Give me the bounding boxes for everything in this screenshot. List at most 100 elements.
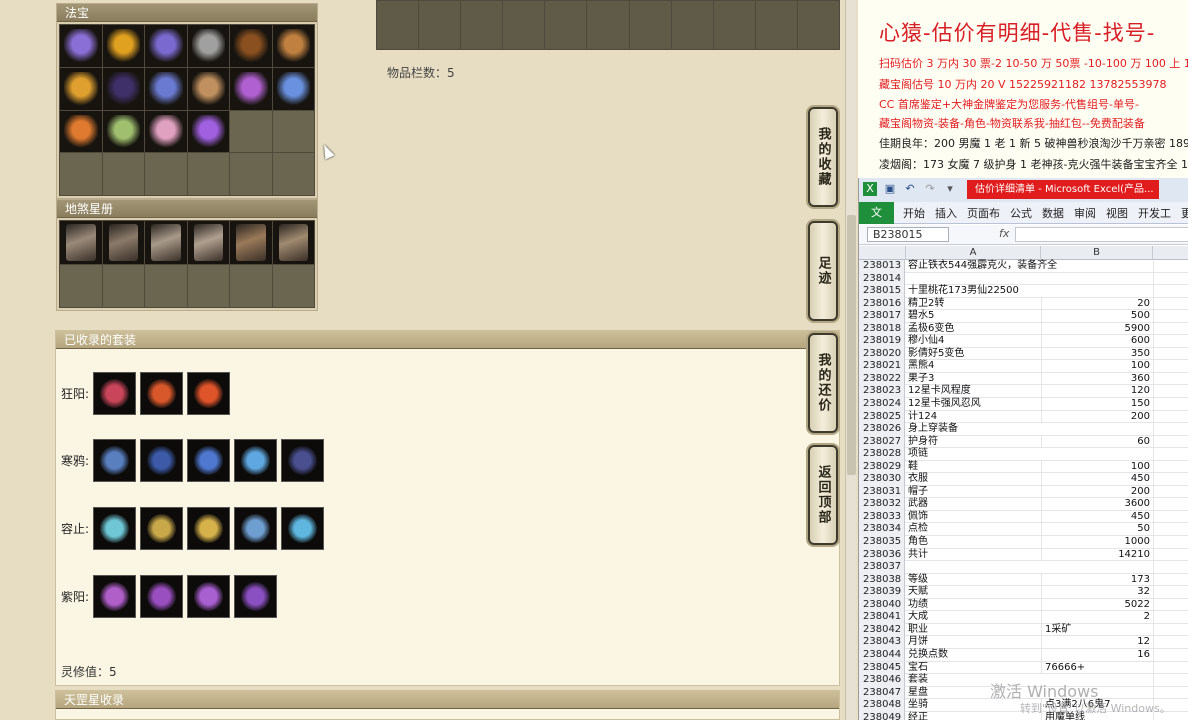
fabao-empty-slot[interactable] (102, 153, 144, 195)
cell-c[interactable] (1153, 335, 1188, 348)
cell-a[interactable]: 影倩好5变色 (906, 348, 1040, 361)
cell-c[interactable] (1153, 410, 1188, 423)
cell-b[interactable]: 100 (1041, 360, 1153, 373)
fabao-slot[interactable] (272, 25, 314, 67)
fabao-slot[interactable] (60, 110, 102, 153)
cell-b[interactable]: 100 (1041, 460, 1153, 474)
disha-empty-slot[interactable] (60, 264, 102, 307)
row-number[interactable]: 238039 (859, 586, 905, 599)
row-number[interactable]: 238034 (859, 523, 905, 536)
fx-icon[interactable]: fx (999, 227, 1009, 240)
row-number[interactable]: 238031 (859, 485, 905, 499)
row-number[interactable]: 238048 (859, 699, 905, 712)
row-number[interactable]: 238016 (859, 297, 905, 311)
cell-c[interactable] (1153, 510, 1188, 523)
cell-c[interactable] (1153, 285, 1188, 298)
suit-item[interactable] (281, 438, 324, 482)
column-header-c[interactable] (1153, 246, 1188, 260)
save-icon[interactable]: ▣ (883, 182, 897, 196)
suit-item[interactable] (93, 574, 136, 618)
cell-b[interactable]: 3600 (1041, 498, 1153, 511)
cell-c[interactable] (1153, 623, 1188, 636)
suit-item[interactable] (234, 506, 277, 550)
fabao-slot[interactable] (60, 67, 102, 110)
row-number[interactable]: 238013 (859, 260, 905, 273)
row-number[interactable]: 238024 (859, 398, 905, 411)
cell-a[interactable]: 大成 (906, 611, 1040, 624)
row-number[interactable]: 238036 (859, 548, 905, 562)
row-number[interactable]: 238047 (859, 686, 905, 700)
cell-b[interactable]: 32 (1041, 586, 1153, 599)
row-number[interactable]: 238025 (859, 410, 905, 424)
cell-b[interactable]: 450 (1041, 473, 1153, 486)
row-number[interactable]: 238026 (859, 423, 905, 436)
row-number[interactable]: 238035 (859, 536, 905, 549)
cell-b[interactable]: 200 (1041, 485, 1153, 499)
cell-b[interactable]: 120 (1041, 385, 1153, 398)
tab-insert[interactable]: 插入 (930, 205, 962, 221)
cell-a[interactable]: 黑熊4 (906, 360, 1040, 373)
inventory-slot[interactable] (419, 1, 461, 49)
suit-item[interactable] (187, 371, 230, 415)
cell-c[interactable] (1153, 586, 1188, 599)
cell-a[interactable]: 鞋 (906, 461, 1040, 474)
cell-b[interactable]: 173 (1041, 573, 1153, 587)
row-number[interactable]: 238049 (859, 711, 905, 720)
cell-b[interactable]: 450 (1041, 510, 1153, 524)
tab-home[interactable]: 开始 (898, 205, 930, 221)
cell-c[interactable] (1153, 435, 1188, 448)
cell-c[interactable] (1153, 611, 1188, 624)
row-number[interactable]: 238023 (859, 385, 905, 398)
disha-slot[interactable] (102, 221, 144, 264)
inventory-slot[interactable] (629, 1, 671, 49)
row-number[interactable]: 238019 (859, 335, 905, 348)
suit-item[interactable] (93, 438, 136, 482)
cell-b[interactable]: 200 (1041, 410, 1153, 424)
row-number[interactable]: 238043 (859, 636, 905, 649)
footprint-button[interactable]: 足迹 (808, 221, 838, 321)
cell-c[interactable] (1153, 385, 1188, 398)
row-number[interactable]: 238014 (859, 272, 905, 286)
fabao-slot[interactable] (145, 67, 187, 110)
scrollbar-thumb[interactable] (847, 215, 856, 475)
row-number[interactable]: 238030 (859, 473, 905, 486)
row-number[interactable]: 238042 (859, 623, 905, 637)
my-favorites-button[interactable]: 我的收藏 (808, 107, 838, 207)
cell-a[interactable]: 角色 (906, 536, 1040, 549)
cell-b[interactable]: 60 (1041, 435, 1153, 449)
row-number[interactable]: 238020 (859, 347, 905, 361)
cell-a[interactable]: 天赋 (906, 586, 1040, 599)
cell-c[interactable] (1153, 372, 1188, 385)
row-number[interactable]: 238029 (859, 460, 905, 474)
cell-c[interactable] (1153, 460, 1188, 473)
fabao-empty-slot[interactable] (272, 110, 314, 153)
disha-slot[interactable] (230, 221, 272, 264)
cell-a[interactable]: 12星卡强风忍风 (906, 398, 1040, 411)
undo-icon[interactable]: ↶ (903, 182, 917, 196)
cell-b[interactable]: 16 (1041, 648, 1153, 662)
tab-more[interactable]: 更多 (1176, 205, 1188, 221)
disha-slot[interactable] (272, 221, 314, 264)
cell-b[interactable]: 1000 (1041, 536, 1153, 549)
cell-c[interactable] (1153, 648, 1188, 661)
inventory-slot[interactable] (461, 1, 503, 49)
suit-item[interactable] (234, 438, 277, 482)
cell-a[interactable]: 等级 (906, 574, 1040, 587)
cell-b[interactable]: 150 (1041, 398, 1153, 411)
inventory-slot[interactable] (755, 1, 797, 49)
cell-a[interactable]: 宝石 (906, 662, 1040, 675)
fabao-slot[interactable] (60, 25, 102, 67)
cell-c[interactable] (1153, 523, 1188, 536)
my-counteroffer-button[interactable]: 我的还价 (808, 333, 838, 433)
inventory-slot[interactable] (671, 1, 713, 49)
cell-c[interactable] (1153, 636, 1188, 649)
cell-a[interactable]: 孟极6变色 (906, 323, 1040, 336)
cell-a[interactable]: 12星卡风程度 (906, 385, 1040, 398)
tab-data[interactable]: 数据 (1037, 205, 1069, 221)
cell-a[interactable]: 兑换点数 (906, 649, 1040, 662)
cell-a[interactable]: 项链 (906, 448, 1040, 461)
inventory-slot[interactable] (713, 1, 755, 49)
fabao-slot[interactable] (145, 25, 187, 67)
cell-a[interactable]: 帽子 (906, 486, 1040, 499)
suit-item[interactable] (93, 506, 136, 550)
